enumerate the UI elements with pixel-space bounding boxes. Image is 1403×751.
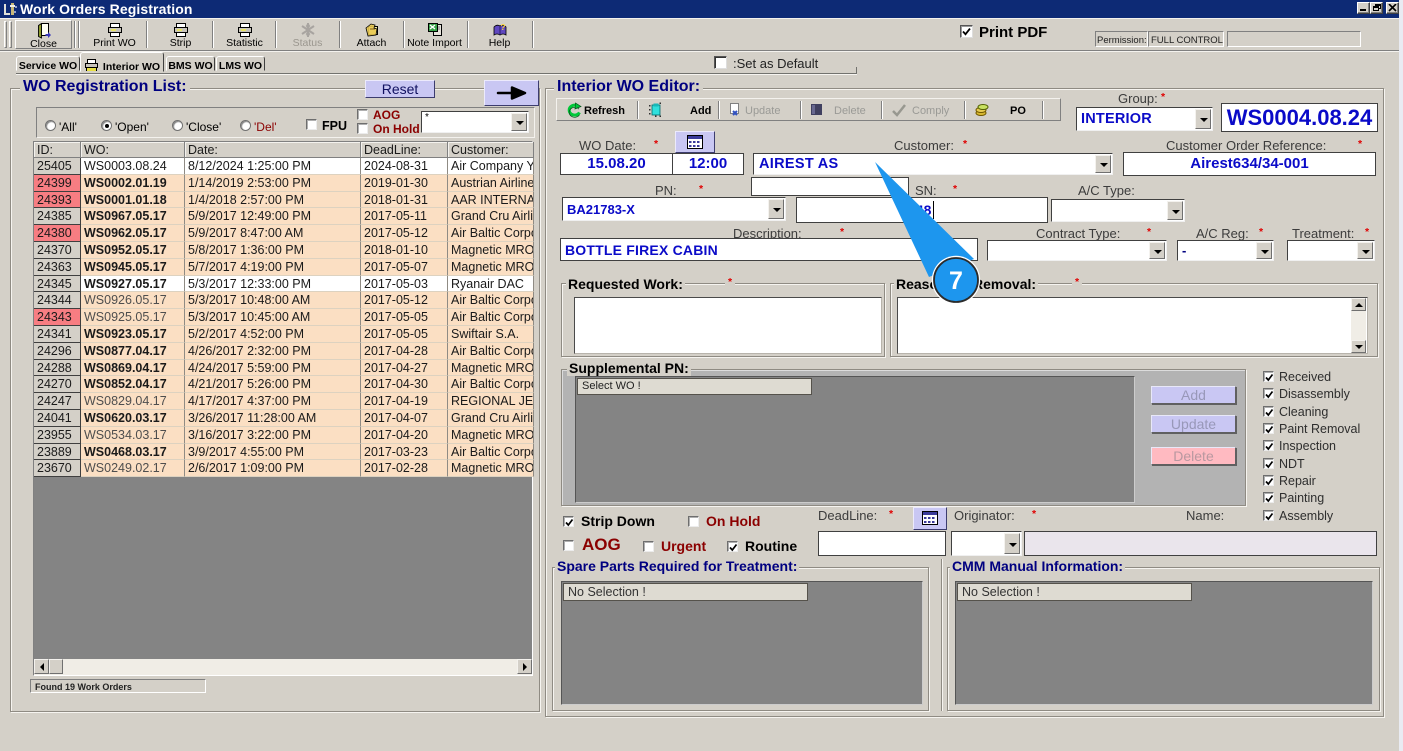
svg-text:?: ?	[500, 23, 505, 32]
